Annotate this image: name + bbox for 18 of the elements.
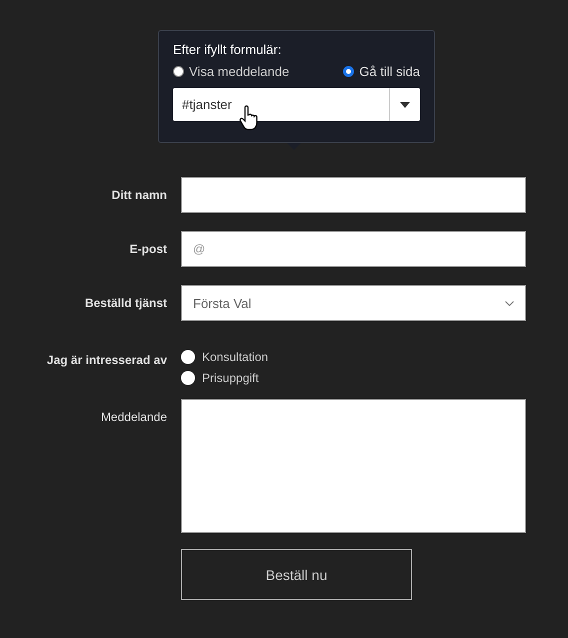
popover-title: Efter ifyllt formulär: (173, 42, 282, 58)
input-field[interactable] (181, 177, 526, 213)
caret-icon (400, 102, 410, 108)
select-field[interactable]: Första Val (181, 285, 526, 321)
field-label: Jag är intresserad av (46, 353, 167, 367)
chevron-down-icon (505, 300, 514, 306)
field-label: E-post (128, 242, 167, 256)
field-label: Meddelande (100, 409, 167, 424)
radio-option[interactable]: Konsultation (181, 350, 268, 364)
hand-cursor-icon (239, 105, 259, 131)
field-label: Beställd tjänst (84, 296, 167, 310)
message-field[interactable] (181, 399, 526, 533)
radio-option[interactable]: Gå till sida (343, 64, 420, 79)
radio-option[interactable]: Visa meddelande (173, 64, 290, 79)
input-field[interactable]: @ (181, 231, 526, 267)
submit-button[interactable]: Beställ nu (181, 549, 412, 600)
radio-option[interactable]: Prisuppgift (181, 371, 268, 385)
field-label: Ditt namn (110, 188, 167, 202)
